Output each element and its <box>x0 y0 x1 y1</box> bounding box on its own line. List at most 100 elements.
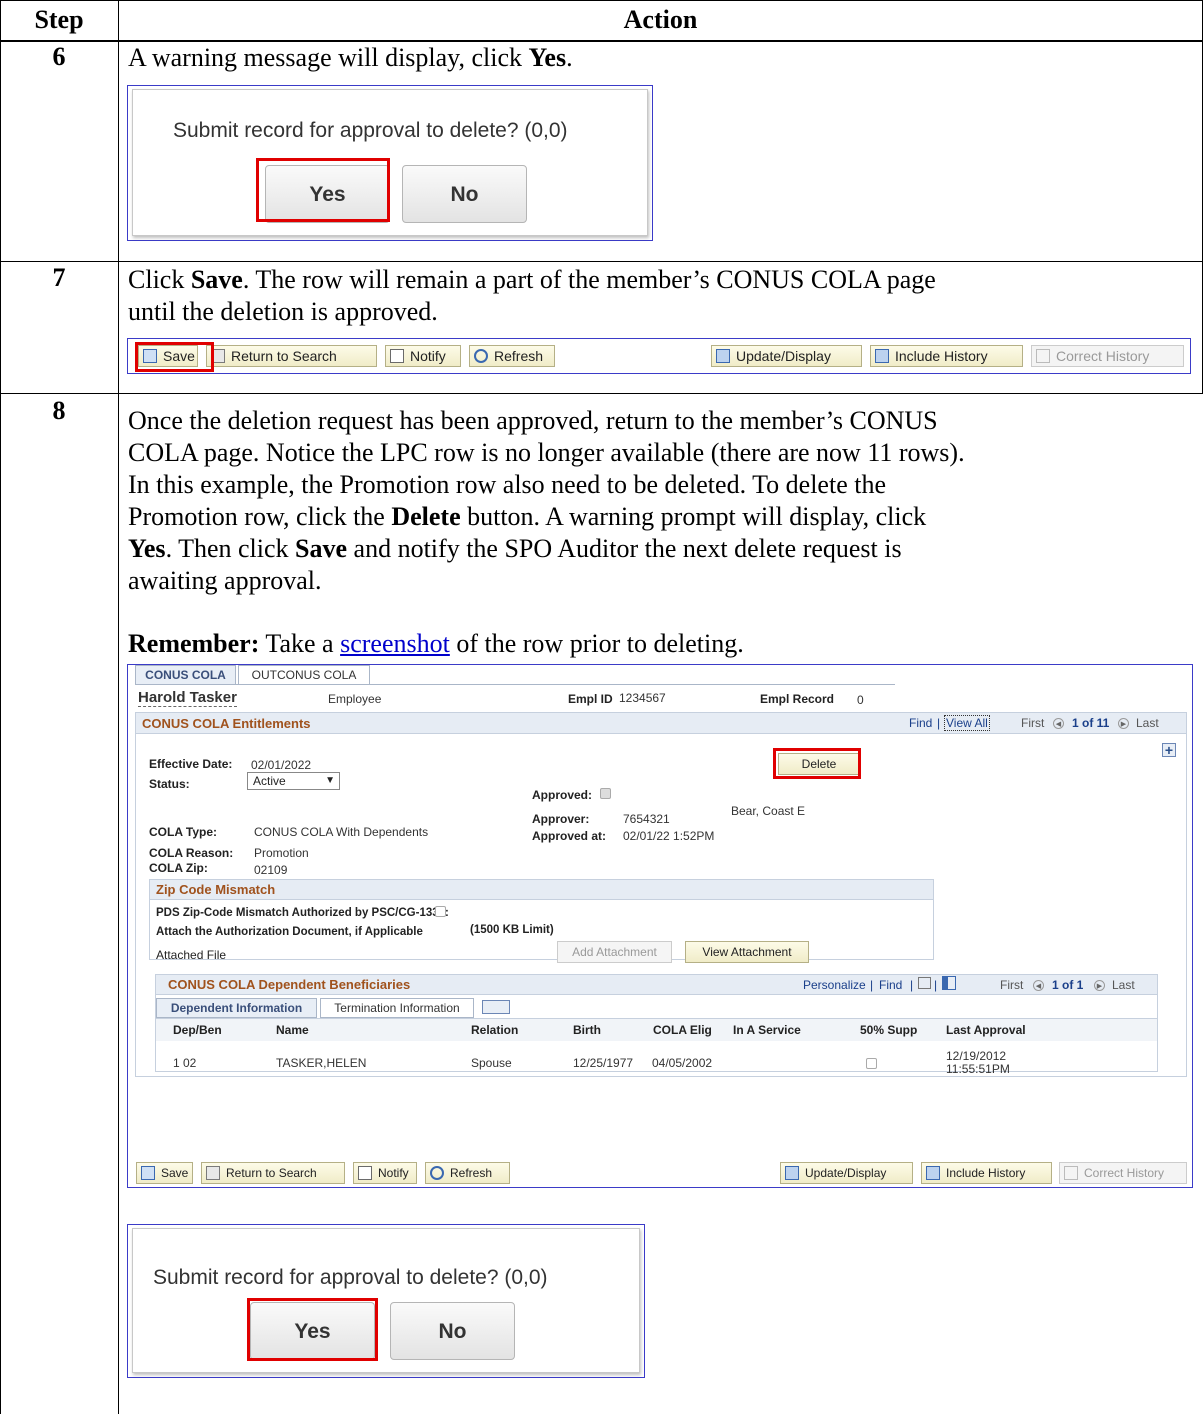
notify-button[interactable]: Notify <box>385 345 461 367</box>
step7-text-line1: Click Save. The row will remain a part o… <box>128 265 936 294</box>
include-history-button[interactable]: Include History <box>870 345 1023 367</box>
notify-icon <box>390 349 404 363</box>
panel-notify-button[interactable]: Notify <box>353 1162 417 1184</box>
emplrec-value: 0 <box>857 693 864 707</box>
dialog-message: Submit record for approval to delete? (0… <box>173 119 568 142</box>
view-attachment-button[interactable]: View Attachment <box>685 941 809 963</box>
effective-date-label: Effective Date: <box>149 757 233 771</box>
yes-highlight <box>247 1298 378 1361</box>
pipe-sep-3: | <box>910 978 914 992</box>
tab-conus-cola[interactable]: CONUS COLA <box>135 665 236 685</box>
cola-type-value: CONUS COLA With Dependents <box>254 825 429 839</box>
show-all-columns-icon[interactable] <box>482 1000 510 1014</box>
pipe-sep: | <box>937 716 941 730</box>
panel-update-display-button[interactable]: Update/Display <box>780 1162 913 1184</box>
return-to-search-button[interactable]: Return to Search <box>206 345 377 367</box>
row-approval-date: 12/19/2012 <box>946 1049 1007 1063</box>
zoom-icon[interactable] <box>918 977 931 989</box>
employee-type: Employee <box>328 692 382 706</box>
panel-include-history-button[interactable]: Include History <box>921 1162 1052 1184</box>
approver-id: 7654321 <box>623 812 670 826</box>
step8-line2: COLA page. Notice the LPC row is no long… <box>128 438 965 467</box>
correct-history-icon <box>1064 1166 1078 1180</box>
dep-count: 1 of 1 <box>1052 978 1084 992</box>
zip-mismatch-header: Zip Code Mismatch <box>150 880 933 900</box>
dep-prev-icon[interactable]: ◀ <box>1033 980 1044 991</box>
col-in-a-service: In A Service <box>733 1023 801 1037</box>
update-display-button[interactable]: Update/Display <box>711 345 862 367</box>
download-icon[interactable] <box>942 976 956 990</box>
pds-checkbox[interactable] <box>435 906 446 917</box>
find-link[interactable]: Find <box>909 716 932 730</box>
dialog-message: Submit record for approval to delete? (0… <box>153 1266 548 1289</box>
step8-line5: Yes. Then click Save and notify the SPO … <box>128 534 902 563</box>
step-number-8: 8 <box>52 396 66 425</box>
save-icon <box>141 1166 155 1180</box>
step-number-7: 7 <box>52 263 66 292</box>
update-icon <box>716 349 730 363</box>
header-action: Action <box>623 5 698 34</box>
dep-next-icon[interactable]: ▶ <box>1094 980 1105 991</box>
history-icon <box>875 349 889 363</box>
step6-text: A warning message will display, click Ye… <box>128 43 573 72</box>
refresh-icon <box>430 1166 444 1180</box>
panel-save-button[interactable]: Save <box>136 1162 193 1184</box>
cola-zip-value: 02109 <box>254 863 288 877</box>
pipe-sep-4: | <box>934 978 938 992</box>
panel-refresh-button[interactable]: Refresh <box>425 1162 510 1184</box>
attach-limit: (1500 KB Limit) <box>470 924 554 936</box>
screenshot-link[interactable]: screenshot <box>340 629 450 658</box>
row-50-supp-checkbox[interactable] <box>866 1058 877 1069</box>
panel-return-to-search-button[interactable]: Return to Search <box>201 1162 345 1184</box>
col-last-approval: Last Approval <box>946 1023 1026 1037</box>
header-step: Step <box>34 5 84 34</box>
step7-text-line2: until the deletion is approved. <box>128 297 438 326</box>
save-highlight <box>135 342 214 372</box>
panel-correct-history-button[interactable]: Correct History <box>1059 1162 1187 1184</box>
pipe-sep-2: | <box>870 978 874 992</box>
approved-at-label: Approved at: <box>532 829 607 843</box>
attach-label: Attach the Authorization Document, if Ap… <box>156 926 423 938</box>
last-link[interactable]: Last <box>1136 716 1159 730</box>
view-all-link[interactable]: View All <box>944 715 990 731</box>
status-select[interactable]: Active ▼ <box>247 772 340 790</box>
prev-icon[interactable]: ◀ <box>1053 718 1064 729</box>
cola-zip-label: COLA Zip: <box>149 861 208 875</box>
status-label: Status: <box>149 777 190 791</box>
employee-name: Harold Tasker <box>138 689 237 707</box>
dep-find-link[interactable]: Find <box>879 978 902 992</box>
dep-first-link[interactable]: First <box>1000 978 1023 992</box>
remember-note: Remember: Take a screenshot of the row p… <box>128 629 744 658</box>
approver-label: Approver: <box>532 812 590 826</box>
refresh-icon <box>474 349 488 363</box>
tab-dependent-information[interactable]: Dependent Information <box>156 998 317 1018</box>
step8-line1: Once the deletion request has been appro… <box>128 406 938 435</box>
correct-history-button[interactable]: Correct History <box>1031 345 1184 367</box>
update-icon <box>785 1166 799 1180</box>
add-row-icon[interactable]: + <box>1162 743 1176 757</box>
approved-checkbox[interactable] <box>600 788 611 799</box>
row-count: 1 of 11 <box>1072 716 1110 730</box>
col-relation: Relation <box>471 1023 519 1037</box>
attached-file-label: Attached File <box>156 948 227 962</box>
approved-label: Approved: <box>532 788 592 802</box>
row-cola-elig: 04/05/2002 <box>652 1056 713 1070</box>
refresh-button[interactable]: Refresh <box>469 345 555 367</box>
no-button[interactable]: No <box>390 1302 515 1360</box>
effective-date-value: 02/01/2022 <box>251 758 312 772</box>
cola-reason-label: COLA Reason: <box>149 846 234 860</box>
personalize-link[interactable]: Personalize <box>803 978 866 992</box>
pds-label: PDS Zip-Code Mismatch Authorized by PSC/… <box>156 907 449 919</box>
no-button[interactable]: No <box>402 165 527 223</box>
tab-outconus-cola[interactable]: OUTCONUS COLA <box>238 665 370 685</box>
emplid-label: Empl ID <box>568 692 613 706</box>
dep-last-link[interactable]: Last <box>1112 978 1135 992</box>
toolbar-step7: Save Return to Search Notify Refresh Upd… <box>127 338 1191 374</box>
row-index: 1 <box>173 1056 180 1070</box>
next-icon[interactable]: ▶ <box>1118 718 1129 729</box>
history-icon <box>926 1166 940 1180</box>
first-link[interactable]: First <box>1021 716 1044 730</box>
tab-termination-information[interactable]: Termination Information <box>320 998 474 1018</box>
notify-icon <box>358 1166 372 1180</box>
add-attachment-button[interactable]: Add Attachment <box>557 941 672 963</box>
